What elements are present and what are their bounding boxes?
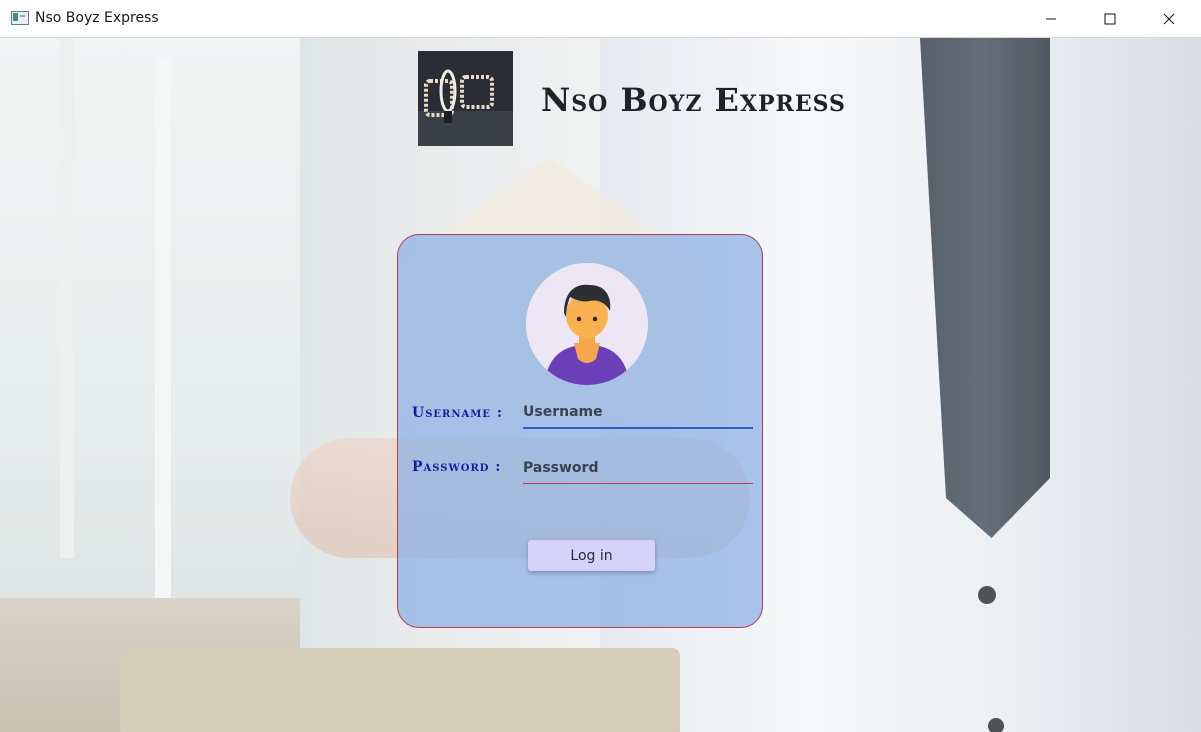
app-window-icon bbox=[11, 11, 29, 25]
user-avatar-icon bbox=[526, 263, 648, 385]
avatar-graphic bbox=[526, 263, 648, 385]
minimize-button[interactable] bbox=[1022, 0, 1080, 37]
logo-graphic bbox=[418, 51, 513, 146]
username-input[interactable] bbox=[523, 397, 753, 429]
close-icon bbox=[1163, 13, 1175, 24]
logo-image bbox=[418, 51, 513, 146]
title-bar: Nso Boyz Express bbox=[0, 0, 1201, 38]
window-title: Nso Boyz Express bbox=[35, 10, 159, 26]
password-input[interactable] bbox=[523, 453, 753, 484]
password-label: Password : bbox=[412, 459, 502, 475]
minimize-icon bbox=[1046, 18, 1056, 19]
login-button[interactable]: Log in bbox=[528, 540, 655, 571]
login-card: Username : Password : Log in bbox=[397, 234, 763, 628]
close-button[interactable] bbox=[1140, 0, 1198, 37]
app-title: Nso Boyz Express bbox=[541, 81, 846, 119]
maximize-button[interactable] bbox=[1081, 0, 1139, 37]
username-label: Username : bbox=[412, 405, 503, 421]
maximize-icon bbox=[1104, 13, 1116, 24]
